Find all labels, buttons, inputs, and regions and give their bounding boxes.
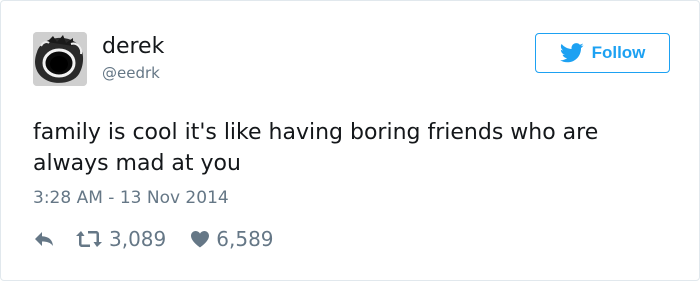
follow-button-label: Follow <box>591 43 646 62</box>
display-name[interactable]: derek <box>102 33 164 61</box>
avatar[interactable] <box>33 32 87 86</box>
screaming-face-avatar-image <box>33 32 87 86</box>
user-handle[interactable]: @eedrk <box>102 63 160 83</box>
heart-icon <box>191 231 210 248</box>
twitter-bird-icon <box>559 43 584 63</box>
tweet-text: family is cool it's like having boring f… <box>33 120 599 176</box>
retweet-icon <box>76 231 102 247</box>
like-button[interactable]: 6,589 <box>190 227 274 251</box>
tweet-actions: 3,089 6,589 <box>33 225 274 253</box>
retweet-button[interactable]: 3,089 <box>75 227 166 251</box>
like-count: 6,589 <box>216 227 274 251</box>
tweet-card: derek @eedrk Follow family is cool it's … <box>0 0 700 281</box>
reply-icon <box>35 232 53 246</box>
reply-button[interactable] <box>33 230 55 248</box>
follow-button[interactable]: Follow <box>535 33 670 73</box>
retweet-count: 3,089 <box>109 227 167 251</box>
tweet-timestamp[interactable]: 3:28 AM - 13 Nov 2014 <box>33 187 229 209</box>
